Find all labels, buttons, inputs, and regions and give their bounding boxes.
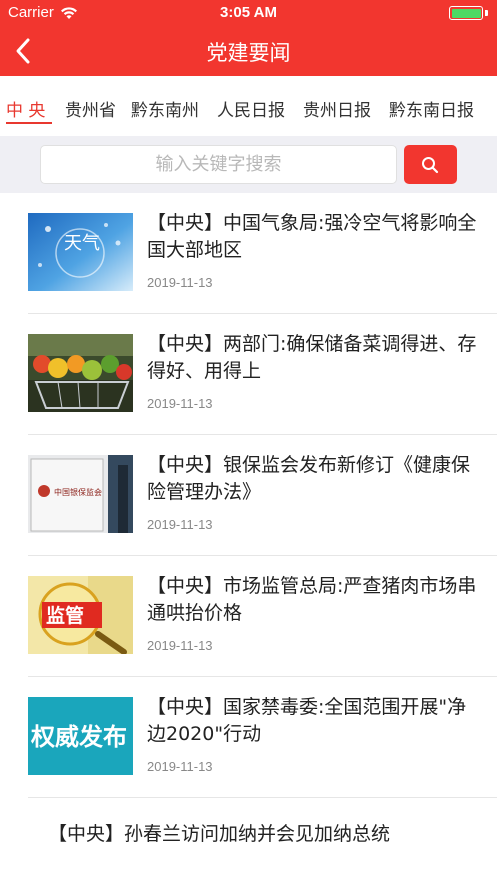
tab-guizhou-province[interactable]: 贵州省 (65, 96, 116, 121)
news-date: 2019-11-13 (147, 759, 213, 774)
search-icon (422, 157, 439, 174)
news-title: 【中央】两部门:确保储备菜调得进、存得好、用得上 (147, 333, 477, 382)
nav-bar: 党建要闻 (0, 26, 497, 76)
news-item[interactable]: 天气 【中央】中国气象局:强冷空气将影响全国大部地区 2019-11-13 (0, 193, 497, 314)
cbirc-thumb-text: 中国银保监会 (54, 487, 102, 497)
news-title: 【中央】国家禁毒委:全国范围开展"净边2020"行动 (147, 696, 467, 745)
news-title: 【中央】银保监会发布新修订《健康保险管理办法》 (147, 454, 471, 503)
news-thumbnail-vegetables (28, 334, 133, 412)
news-date: 2019-11-13 (147, 396, 213, 411)
active-tab-indicator (6, 122, 52, 124)
search-bar: 输入关键字搜索 (0, 136, 497, 193)
page-title: 党建要闻 (206, 41, 291, 65)
tab-qiandongnan[interactable]: 黔东南州 (131, 96, 199, 121)
news-item[interactable]: 【中央】两部门:确保储备菜调得进、存得好、用得上 2019-11-13 (0, 314, 497, 435)
search-button[interactable] (404, 145, 457, 184)
news-title: 【中央】孙春兰访问加纳并会见加纳总统 (48, 823, 391, 845)
news-thumbnail-supervision: 监管 (28, 576, 133, 654)
news-title: 【中央】市场监管总局:严查猪肉市场串通哄抬价格 (147, 575, 477, 624)
news-item[interactable]: 【中央】孙春兰访问加纳并会见加纳总统 (0, 800, 497, 883)
news-date: 2019-11-13 (147, 517, 213, 532)
weather-thumb-text: 天气 (64, 233, 100, 254)
battery-tip (485, 10, 488, 16)
news-thumbnail-cbirc: 中国银保监会 (28, 455, 133, 533)
clock: 3:05 AM (220, 4, 277, 21)
supervision-thumb-text: 监管 (46, 604, 84, 627)
status-bar: Carrier 3:05 AM (0, 0, 497, 26)
tab-qiandongnan-daily[interactable]: 黔东南日报 (389, 96, 474, 121)
news-thumbnail-weather: 天气 (28, 213, 133, 291)
tab-guizhou-daily[interactable]: 贵州日报 (303, 96, 371, 121)
tab-central[interactable]: 中 央 (6, 96, 45, 121)
tab-peoples-daily[interactable]: 人民日报 (217, 96, 285, 121)
divider (28, 797, 497, 798)
news-thumbnail-authoritative-release: 权威发布 (28, 697, 133, 775)
news-item[interactable]: 权威发布 【中央】国家禁毒委:全国范围开展"净边2020"行动 2019-11-… (0, 677, 497, 798)
news-date: 2019-11-13 (147, 638, 213, 653)
battery-icon (449, 6, 483, 20)
news-date: 2019-11-13 (147, 275, 213, 290)
search-input[interactable]: 输入关键字搜索 (40, 145, 397, 184)
category-tabs: 中 央 贵州省 黔东南州 人民日报 贵州日报 黔东南日报 (0, 76, 497, 136)
news-item[interactable]: 中国银保监会 【中央】银保监会发布新修订《健康保险管理办法》 2019-11-1… (0, 435, 497, 556)
news-title: 【中央】中国气象局:强冷空气将影响全国大部地区 (147, 212, 477, 261)
release-thumb-text: 权威发布 (30, 723, 127, 751)
news-item[interactable]: 监管 【中央】市场监管总局:严查猪肉市场串通哄抬价格 2019-11-13 (0, 556, 497, 677)
